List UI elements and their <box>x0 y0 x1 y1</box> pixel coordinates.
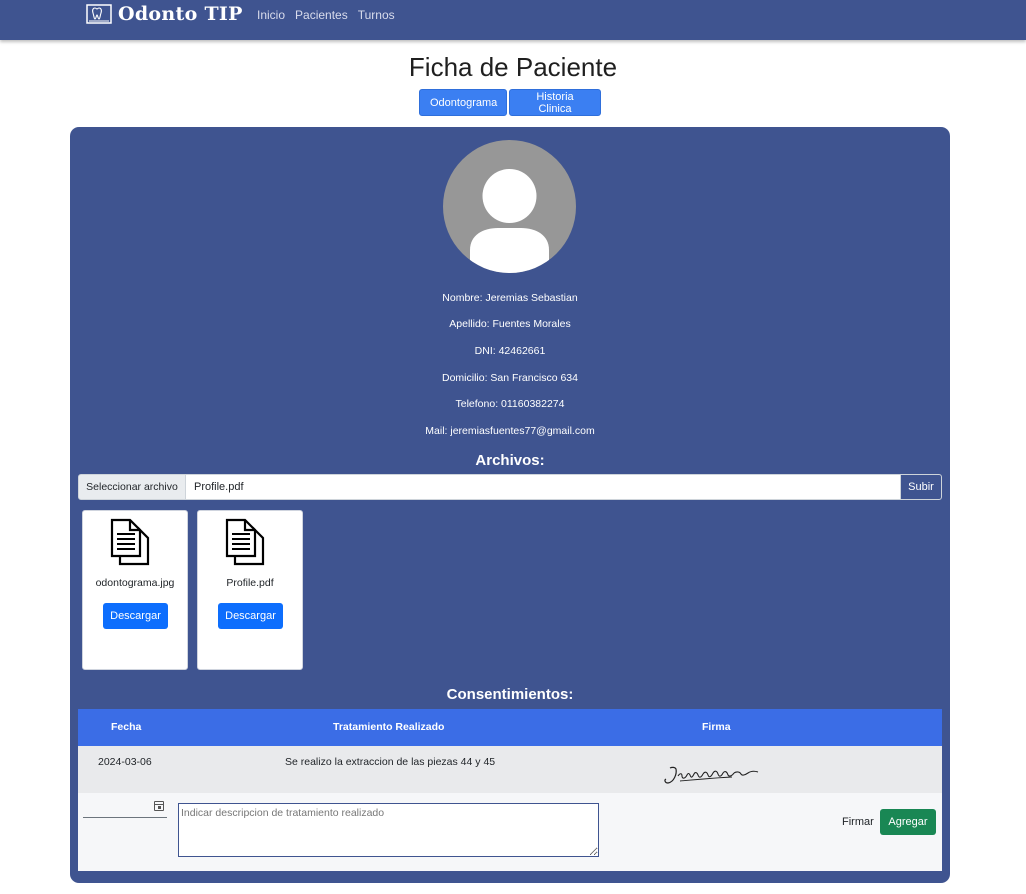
file-card: odontograma.jpg Descargar <box>82 510 188 670</box>
add-consent-form: Firmar Agregar <box>78 793 942 871</box>
patient-domicilio: Domicilio: San Francisco 634 <box>442 372 578 384</box>
nav-link-turnos[interactable]: Turnos <box>358 8 395 22</box>
file-name: Profile.pdf <box>226 577 274 589</box>
tooth-logo-icon <box>86 4 112 24</box>
calendar-icon[interactable] <box>154 801 164 811</box>
column-header-firma: Firma <box>702 721 731 733</box>
patient-apellido: Apellido: Fuentes Morales <box>449 318 571 330</box>
document-icon <box>225 518 265 566</box>
user-silhouette-icon <box>470 169 549 273</box>
archivos-title: Archivos: <box>475 452 545 469</box>
file-name: odontograma.jpg <box>95 577 175 589</box>
document-icon <box>110 518 150 566</box>
page-title: Ficha de Paciente <box>408 52 618 82</box>
file-upload: Seleccionar archivo Profile.pdf Subir <box>78 474 942 500</box>
nav-link-pacientes[interactable]: Pacientes <box>295 8 348 22</box>
patient-dni: DNI: 42462661 <box>474 345 546 357</box>
cell-tratamiento: Se realizo la extraccion de las piezas 4… <box>285 756 496 768</box>
brand[interactable]: Odonto TIP <box>86 3 243 25</box>
download-button[interactable]: Descargar <box>103 603 168 629</box>
column-header-tratamiento: Tratamiento Realizado <box>333 721 445 733</box>
selected-file-name[interactable]: Profile.pdf <box>186 474 900 500</box>
table-row: 2024-03-06 Se realizo la extraccion de l… <box>78 746 942 793</box>
column-header-fecha: Fecha <box>111 721 142 733</box>
cell-fecha: 2024-03-06 <box>98 756 152 768</box>
choose-file-button[interactable]: Seleccionar archivo <box>78 474 186 500</box>
date-input[interactable] <box>83 801 167 818</box>
patient-mail: Mail: jeremiasfuentes77@gmail.com <box>425 425 595 437</box>
top-buttons: Odontograma Historia Clinica <box>419 89 601 116</box>
avatar <box>443 140 576 273</box>
file-card: Profile.pdf Descargar <box>197 510 303 670</box>
description-textarea[interactable] <box>178 803 599 857</box>
historia-clinica-button[interactable]: Historia Clinica <box>509 89 601 116</box>
patient-telefono: Telefono: 01160382274 <box>455 398 565 410</box>
patient-nombre: Nombre: Jeremias Sebastian <box>442 292 578 304</box>
brand-name: Odonto TIP <box>118 3 243 25</box>
table-header: Fecha Tratamiento Realizado Firma <box>78 709 942 746</box>
navbar: Odonto TIP Inicio Pacientes Turnos <box>0 0 1026 40</box>
upload-button[interactable]: Subir <box>900 474 942 500</box>
consentimientos-title: Consentimientos: <box>446 686 574 703</box>
sign-button[interactable]: Firmar <box>842 816 874 828</box>
add-button[interactable]: Agregar <box>880 809 936 835</box>
nav-links: Inicio Pacientes Turnos <box>257 8 395 22</box>
download-button[interactable]: Descargar <box>218 603 283 629</box>
odontograma-button[interactable]: Odontograma <box>419 89 507 116</box>
nav-link-inicio[interactable]: Inicio <box>257 8 285 22</box>
signature-image <box>664 766 759 784</box>
patient-card: Nombre: Jeremias Sebastian Apellido: Fue… <box>70 127 950 883</box>
